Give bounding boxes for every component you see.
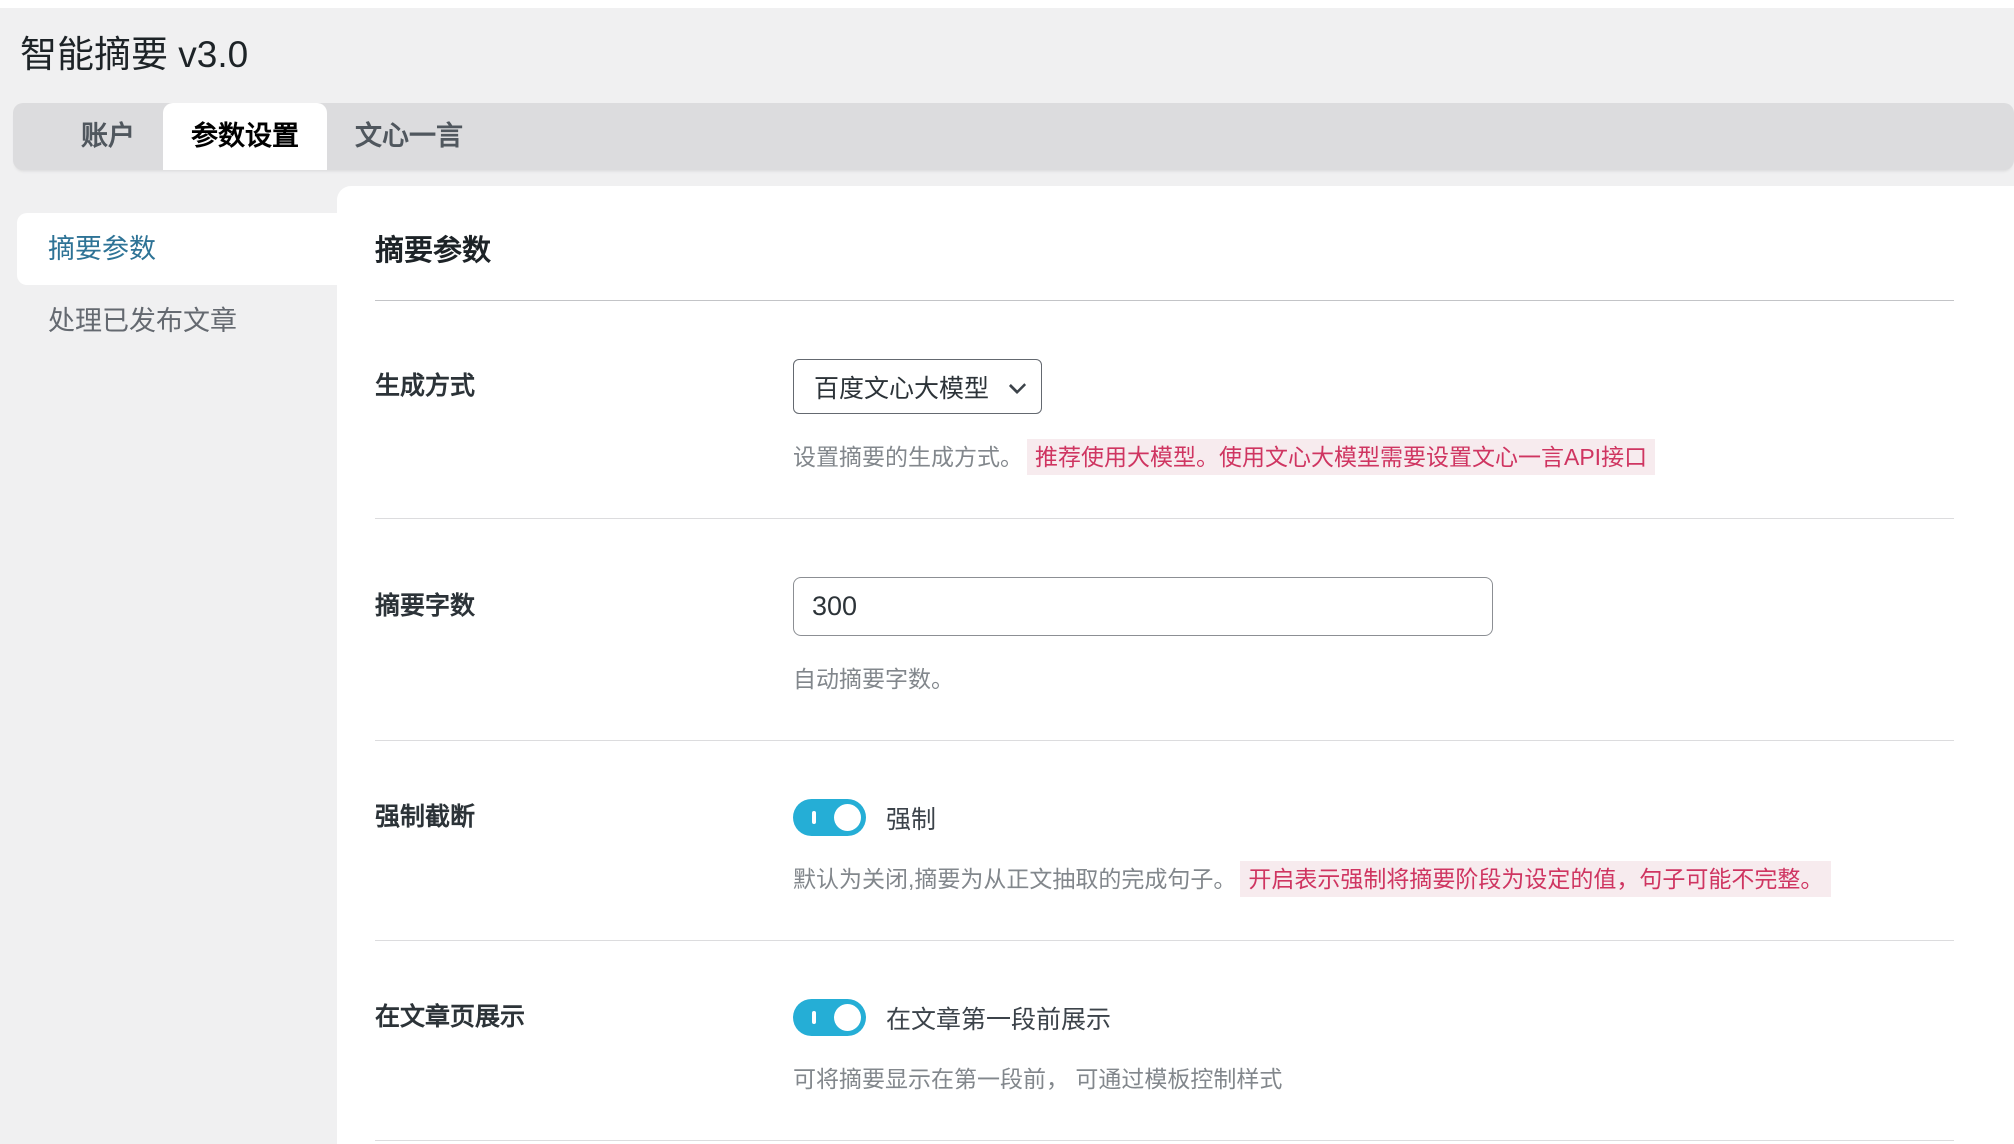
- toggle-line: 强制: [793, 799, 1954, 836]
- top-strip: [0, 0, 2014, 8]
- toggle-knob: [834, 1004, 861, 1031]
- field-label: 生成方式: [375, 359, 793, 414]
- field-label: 摘要字数: [375, 577, 793, 636]
- description-text: 设置摘要的生成方式。: [793, 444, 1023, 470]
- select-value: 百度文心大模型: [814, 369, 989, 405]
- sidebar-item-summary-params[interactable]: 摘要参数: [17, 213, 337, 285]
- toggle-on-mark: [812, 811, 816, 824]
- tab-bar: 账户 参数设置 文心一言: [13, 103, 2014, 170]
- toggle-on-mark: [812, 1011, 816, 1024]
- tab-wenxin[interactable]: 文心一言: [327, 103, 491, 170]
- field-label: 强制截断: [375, 799, 793, 836]
- field-row-generation-method: 生成方式 百度文心大模型 设置摘要的生成方式。推荐使用大模型。使用文心大模型需要…: [375, 301, 1954, 519]
- field-description: 自动摘要字数。: [793, 662, 1954, 696]
- field-row-summary-length: 摘要字数 自动摘要字数。: [375, 519, 1954, 741]
- tab-settings[interactable]: 参数设置: [163, 103, 327, 170]
- field-control: 强制 默认为关闭,摘要为从正文抽取的完成句子。开启表示强制将摘要阶段为设定的值，…: [793, 799, 1954, 896]
- description-warning: 开启表示强制将摘要阶段为设定的值，句子可能不完整。: [1240, 861, 1831, 897]
- description-text: 自动摘要字数。: [793, 666, 954, 692]
- description-text: 默认为关闭,摘要为从正文抽取的完成句子。: [793, 866, 1236, 892]
- chevron-down-icon: [1009, 377, 1026, 394]
- sidebar-item-process-published[interactable]: 处理已发布文章: [0, 285, 337, 357]
- toggle-label: 强制: [886, 800, 936, 836]
- description-text: 可将摘要显示在第一段前， 可通过模板控制样式: [793, 1066, 1282, 1092]
- field-control: 自动摘要字数。: [793, 577, 1954, 696]
- force-truncate-toggle[interactable]: [793, 799, 866, 836]
- show-on-post-toggle[interactable]: [793, 999, 866, 1036]
- main-panel: 摘要参数 生成方式 百度文心大模型 设置摘要的生成方式。推荐使用大模型。使用文心…: [337, 186, 2014, 1144]
- field-description: 设置摘要的生成方式。推荐使用大模型。使用文心大模型需要设置文心一言API接口: [793, 440, 1954, 474]
- field-description: 默认为关闭,摘要为从正文抽取的完成句子。开启表示强制将摘要阶段为设定的值，句子可…: [793, 862, 1954, 896]
- field-description: 可将摘要显示在第一段前， 可通过模板控制样式: [793, 1062, 1954, 1096]
- toggle-line: 在文章第一段前展示: [793, 999, 1954, 1036]
- field-row-show-on-post: 在文章页展示 在文章第一段前展示 可将摘要显示在第一段前， 可通过模板控制样式: [375, 941, 1954, 1141]
- content-layout: 摘要参数 处理已发布文章 摘要参数 生成方式 百度文心大模型 设置摘要的生成方式…: [0, 186, 2014, 1144]
- sidebar: 摘要参数 处理已发布文章: [0, 186, 337, 1144]
- tab-account[interactable]: 账户: [53, 103, 163, 170]
- field-control: 在文章第一段前展示 可将摘要显示在第一段前， 可通过模板控制样式: [793, 999, 1954, 1096]
- summary-length-input[interactable]: [793, 577, 1493, 636]
- field-control: 百度文心大模型 设置摘要的生成方式。推荐使用大模型。使用文心大模型需要设置文心一…: [793, 359, 1954, 474]
- description-warning: 推荐使用大模型。使用文心大模型需要设置文心一言API接口: [1027, 439, 1655, 475]
- toggle-label: 在文章第一段前展示: [886, 1000, 1111, 1036]
- page-title: 智能摘要 v3.0: [0, 8, 2014, 103]
- generation-method-select[interactable]: 百度文心大模型: [793, 359, 1042, 414]
- section-heading: 摘要参数: [375, 232, 1954, 270]
- field-row-force-truncate: 强制截断 强制 默认为关闭,摘要为从正文抽取的完成句子。开启表示强制将摘要阶段为…: [375, 741, 1954, 941]
- field-label: 在文章页展示: [375, 999, 793, 1036]
- toggle-knob: [834, 804, 861, 831]
